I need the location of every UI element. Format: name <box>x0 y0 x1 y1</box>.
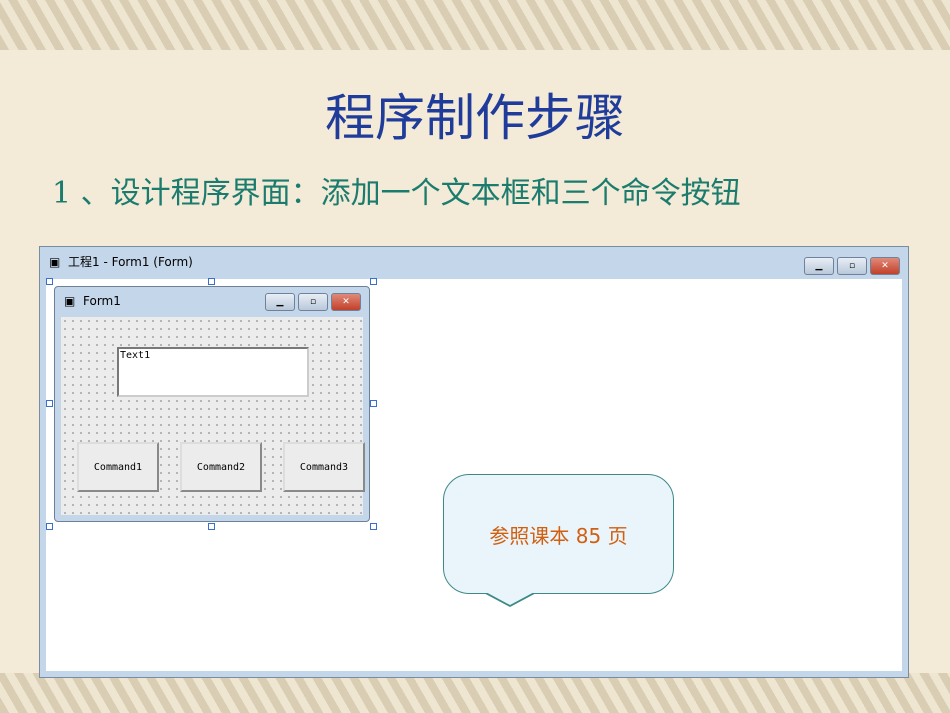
form-icon: ▣ <box>49 255 61 269</box>
designer-window: ▣ 工程1 - Form1 (Form) ▁ ▫ ✕ ▣ Form1 ▁ ▫ ✕ Text1… <box>39 246 909 678</box>
resize-handle[interactable] <box>46 278 53 285</box>
form-maximize-button[interactable]: ▫ <box>298 293 328 311</box>
resize-handle[interactable] <box>370 523 377 530</box>
command2-button[interactable]: Command2 <box>180 442 262 492</box>
command1-button[interactable]: Command1 <box>77 442 159 492</box>
maximize-button[interactable]: ▫ <box>837 257 867 275</box>
command3-button[interactable]: Command3 <box>283 442 365 492</box>
decorative-border-bottom <box>0 673 950 713</box>
callout-bubble: 参照课本 85 页 <box>443 474 674 594</box>
close-button[interactable]: ✕ <box>870 257 900 275</box>
resize-handle[interactable] <box>208 523 215 530</box>
slide-subtitle: 1 、设计程序界面：添加一个文本框和三个命令按钮 <box>52 176 741 211</box>
decorative-border-top <box>0 0 950 50</box>
form-icon: ▣ <box>64 294 76 308</box>
slide-title: 程序制作步骤 <box>325 89 625 147</box>
callout-tail-fill <box>482 590 538 605</box>
resize-handle[interactable] <box>46 400 53 407</box>
resize-handle[interactable] <box>370 278 377 285</box>
form-minimize-button[interactable]: ▁ <box>265 293 295 311</box>
form1-title: Form1 <box>83 294 121 308</box>
form-design-grid[interactable]: Text1 Command1 Command2 Command3 <box>61 317 365 515</box>
text1-textbox[interactable]: Text1 <box>117 347 309 397</box>
minimize-button[interactable]: ▁ <box>804 257 834 275</box>
form1-titlebar: ▣ Form1 ▁ ▫ ✕ <box>55 287 369 315</box>
resize-handle[interactable] <box>46 523 53 530</box>
designer-titlebar: ▣ 工程1 - Form1 (Form) ▁ ▫ ✕ <box>40 247 908 277</box>
callout-text: 参照课本 85 页 <box>489 523 628 548</box>
resize-handle[interactable] <box>208 278 215 285</box>
form1-window[interactable]: ▣ Form1 ▁ ▫ ✕ Text1 Command1 Command2 Comma… <box>54 286 370 522</box>
form-close-button[interactable]: ✕ <box>331 293 361 311</box>
resize-handle[interactable] <box>370 400 377 407</box>
window-title: 工程1 - Form1 (Form) <box>68 255 193 269</box>
